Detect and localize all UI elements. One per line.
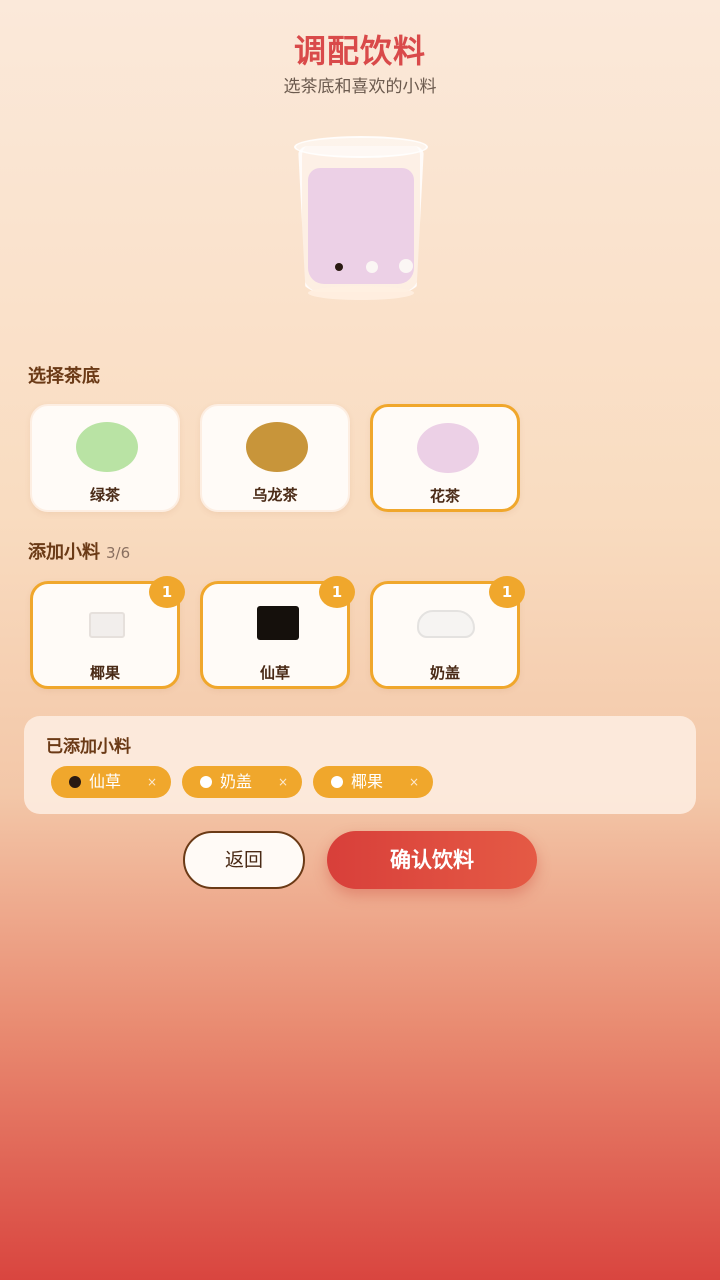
chip-label: 奶盖 xyxy=(220,772,253,791)
tea-option-oolong[interactable]: 乌龙茶 xyxy=(200,404,350,512)
topping-option-label: 仙草 xyxy=(259,664,290,682)
grass-jelly-icon xyxy=(257,606,299,640)
coconut-dot-icon xyxy=(331,776,343,788)
tea-option-flower[interactable]: 花茶 xyxy=(370,404,520,512)
drink-cup-preview xyxy=(294,136,428,302)
remove-icon[interactable]: × xyxy=(147,766,157,798)
tea-option-green[interactable]: 绿茶 xyxy=(30,404,180,512)
milk-foam-icon xyxy=(417,610,475,638)
cup-liquid xyxy=(308,168,414,284)
tea-option-label: 绿茶 xyxy=(89,486,120,504)
flower-tea-swatch xyxy=(417,423,479,473)
back-button[interactable]: 返回 xyxy=(183,831,305,889)
topping-section-title: 添加小料 xyxy=(28,542,100,563)
coconut-jelly-piece xyxy=(399,259,413,273)
confirm-drink-button[interactable]: 确认饮料 xyxy=(327,831,537,889)
added-chip-coconut[interactable]: 椰果 × xyxy=(313,766,433,798)
topping-count-badge: 1 xyxy=(489,576,525,608)
added-toppings-panel: 已添加小料 仙草 × 奶盖 × 椰果 × xyxy=(24,716,696,814)
added-chip-milk-foam[interactable]: 奶盖 × xyxy=(182,766,302,798)
topping-count-badge: 1 xyxy=(149,576,185,608)
tea-option-label: 乌龙茶 xyxy=(252,486,298,504)
grass-jelly-piece xyxy=(335,263,343,271)
green-tea-swatch xyxy=(76,422,138,472)
tea-section-label: 选择茶底 xyxy=(28,366,100,387)
topping-option-coconut[interactable]: 椰果 1 xyxy=(30,576,185,689)
added-chip-grass-jelly[interactable]: 仙草 × xyxy=(51,766,171,798)
grass-jelly-dot-icon xyxy=(69,776,81,788)
chip-label: 椰果 xyxy=(351,772,384,791)
remove-icon[interactable]: × xyxy=(409,766,419,798)
added-toppings-title: 已添加小料 xyxy=(46,737,131,757)
topping-option-label: 椰果 xyxy=(89,664,120,682)
oolong-tea-swatch xyxy=(246,422,308,472)
page-subtitle: 选茶底和喜欢的小料 xyxy=(283,77,437,97)
chip-label: 仙草 xyxy=(89,772,122,791)
topping-option-label: 奶盖 xyxy=(429,664,460,682)
tea-option-label: 花茶 xyxy=(429,487,460,505)
coconut-jelly-icon xyxy=(89,612,125,638)
topping-option-grass-jelly[interactable]: 仙草 1 xyxy=(200,576,355,689)
topping-section-label: 添加小料 3/6 xyxy=(28,538,130,564)
page-title: 调配饮料 xyxy=(293,32,426,70)
topping-option-milk-foam[interactable]: 奶盖 1 xyxy=(370,576,525,689)
cup-base xyxy=(308,286,414,300)
milk-foam-piece xyxy=(366,261,378,273)
milk-foam-dot-icon xyxy=(200,776,212,788)
cup-rim xyxy=(294,136,428,158)
topping-count: 3/6 xyxy=(106,544,131,562)
remove-icon[interactable]: × xyxy=(278,766,288,798)
topping-count-badge: 1 xyxy=(319,576,355,608)
